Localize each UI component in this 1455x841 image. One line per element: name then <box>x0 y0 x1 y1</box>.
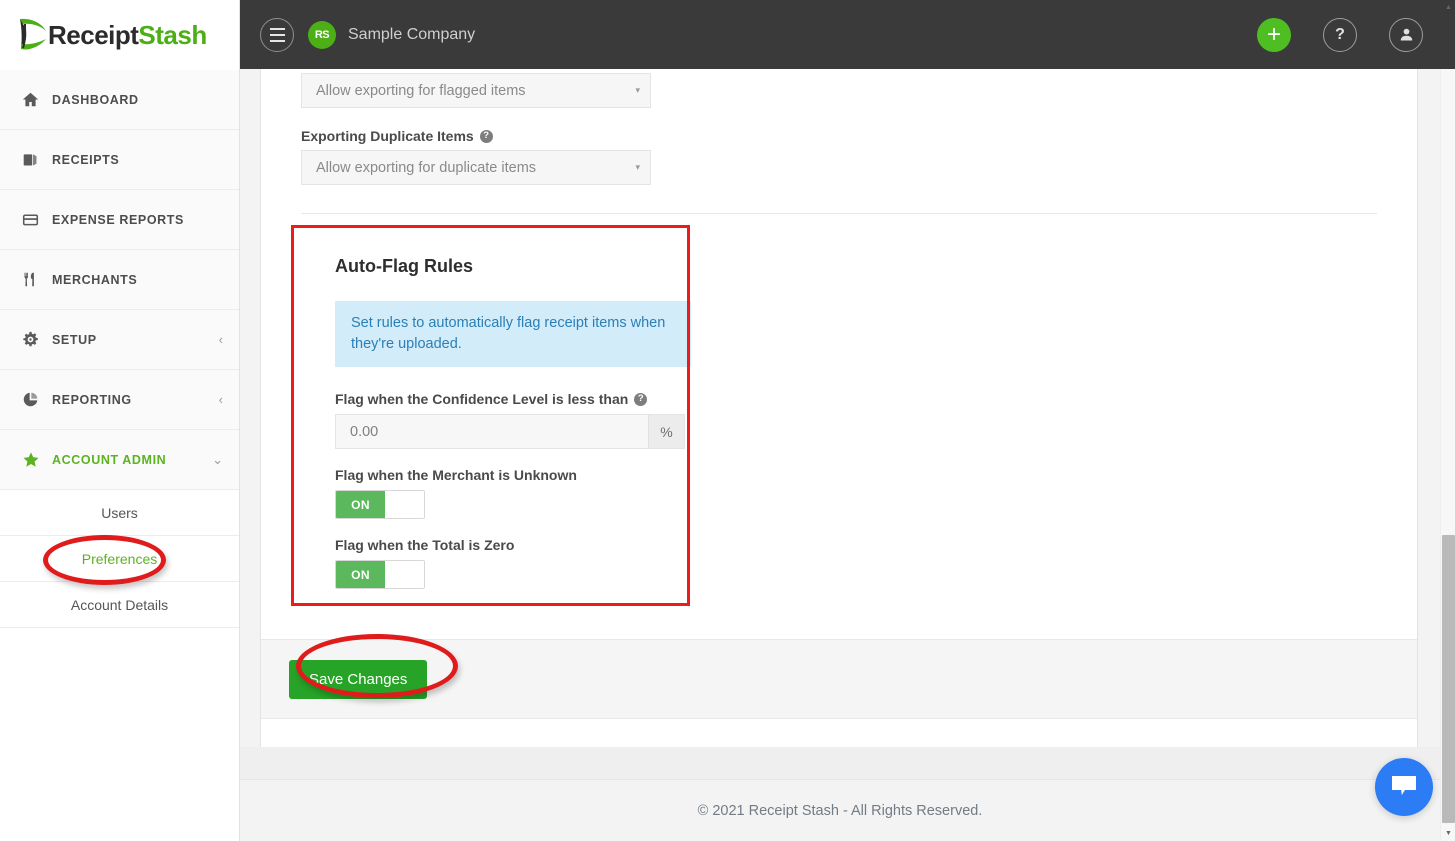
merchant-unknown-label-text: Flag when the Merchant is Unknown <box>335 467 577 484</box>
sidebar-subitem-preferences[interactable]: Preferences <box>0 536 239 582</box>
exporting-flagged-group: Allow exporting for flagged items ▾ <box>301 69 1377 108</box>
copyright-text: © 2021 Receipt Stash - All Rights Reserv… <box>697 802 983 819</box>
confidence-level-label-text: Flag when the Confidence Level is less t… <box>335 391 629 408</box>
receipts-icon <box>22 151 48 168</box>
sidebar-subitem-account-details[interactable]: Account Details <box>0 582 239 628</box>
sidebar-caret-setup: ‹ <box>218 332 223 347</box>
question-icon: ? <box>1335 25 1345 43</box>
chat-widget-button[interactable] <box>1375 758 1433 816</box>
help-circle-icon[interactable]: ? <box>634 392 648 406</box>
top-header: RS Sample Company + ? <box>240 0 1455 69</box>
sidebar-sublabel-account-details: Account Details <box>70 596 169 613</box>
sidebar-label-receipts: RECEIPTS <box>52 152 120 167</box>
save-changes-button[interactable]: Save Changes <box>289 659 428 699</box>
sidebar-item-reporting[interactable]: REPORTING ‹ <box>0 370 239 430</box>
chevron-down-icon: ▾ <box>635 85 640 95</box>
vertical-scrollbar[interactable]: ▲ ▼ <box>1440 4 1455 841</box>
logo-word-primary: Receipt <box>48 19 139 50</box>
save-row: Save Changes <box>261 639 1417 720</box>
sidebar-label-dashboard: DASHBOARD <box>52 92 139 107</box>
avatar-initials: RS <box>314 28 330 41</box>
help-circle-icon[interactable]: ? <box>479 129 493 143</box>
merchant-unknown-toggle-state: ON <box>336 491 385 519</box>
sidebar-item-dashboard[interactable]: DASHBOARD <box>0 70 239 130</box>
company-name: Sample Company <box>348 25 476 43</box>
sidebar-item-receipts[interactable]: RECEIPTS <box>0 130 239 190</box>
cutlery-icon <box>22 271 48 288</box>
merchant-unknown-toggle[interactable]: ON <box>335 490 425 520</box>
account-button[interactable] <box>1389 17 1423 52</box>
home-icon <box>22 91 48 108</box>
preferences-panel-body: Allow exporting for flagged items ▾ Expo… <box>261 69 1417 616</box>
main-content: Allow exporting for flagged items ▾ Expo… <box>240 69 1440 841</box>
help-button[interactable]: ? <box>1323 17 1357 52</box>
sidebar-label-merchants: MERCHANTS <box>52 272 138 287</box>
logo-wordmark: ReceiptStash <box>48 20 207 51</box>
confidence-level-label: Flag when the Confidence Level is less t… <box>335 391 691 407</box>
sidebar-caret-reporting: ‹ <box>218 392 223 407</box>
exporting-flagged-value: Allow exporting for flagged items <box>316 82 526 99</box>
auto-flag-card: Auto-Flag Rules Set rules to automatical… <box>313 236 713 616</box>
logo-mark-icon <box>20 18 46 50</box>
total-zero-toggle-knob <box>385 561 424 589</box>
sidebar-item-account-admin[interactable]: ACCOUNT ADMIN ⌄ <box>0 430 239 490</box>
page-footer: © 2021 Receipt Stash - All Rights Reserv… <box>240 779 1440 841</box>
company-avatar: RS <box>308 20 336 49</box>
exporting-flagged-select[interactable]: Allow exporting for flagged items ▾ <box>301 73 651 108</box>
sidebar-item-expense-reports[interactable]: EXPENSE REPORTS <box>0 190 239 250</box>
total-zero-toggle[interactable]: ON <box>335 560 425 590</box>
auto-flag-section: Auto-Flag Rules Set rules to automatical… <box>301 214 1377 616</box>
sidebar-item-merchants[interactable]: MERCHANTS <box>0 250 239 310</box>
exporting-duplicate-group: Exporting Duplicate Items ? Allow export… <box>301 128 1377 185</box>
logo-word-secondary: Stash <box>138 19 207 50</box>
sidebar-label-account-admin: ACCOUNT ADMIN <box>52 452 167 467</box>
chevron-down-icon: ▾ <box>635 162 640 172</box>
pie-chart-icon <box>22 391 48 408</box>
scrollbar-up-arrow[interactable]: ▲ <box>1441 0 1455 15</box>
total-zero-label-text: Flag when the Total is Zero <box>335 537 515 554</box>
confidence-level-field[interactable]: % <box>335 414 685 450</box>
add-button[interactable]: + <box>1257 17 1291 52</box>
exporting-duplicate-value: Allow exporting for duplicate items <box>316 159 537 176</box>
star-icon <box>22 451 48 469</box>
hamburger-icon[interactable] <box>260 17 294 52</box>
footer-band <box>240 747 1440 779</box>
app-logo[interactable]: ReceiptStash <box>0 0 239 70</box>
scrollbar-down-arrow[interactable]: ▼ <box>1441 826 1455 841</box>
exporting-duplicate-label: Exporting Duplicate Items ? <box>301 128 1377 144</box>
exporting-duplicate-label-text: Exporting Duplicate Items <box>301 128 474 144</box>
merchant-unknown-label: Flag when the Merchant is Unknown <box>335 467 691 483</box>
card-icon <box>22 211 48 228</box>
header-actions: + ? <box>1257 17 1423 52</box>
merchant-unknown-toggle-knob <box>385 491 424 519</box>
chat-bubble-icon <box>1392 776 1416 795</box>
auto-flag-title: Auto-Flag Rules <box>335 256 473 276</box>
confidence-level-input[interactable] <box>336 415 648 449</box>
sidebar-subitem-users[interactable]: Users <box>0 490 239 536</box>
sidebar: ReceiptStash DASHBOARD RECEIPTS EXPENSE … <box>0 0 240 841</box>
plus-icon: + <box>1266 20 1281 48</box>
sidebar-sublabel-users: Users <box>101 504 138 521</box>
auto-flag-info-banner: Set rules to automatically flag receipt … <box>335 301 691 368</box>
sidebar-sublabel-preferences: Preferences <box>81 550 158 567</box>
app-root: ReceiptStash DASHBOARD RECEIPTS EXPENSE … <box>0 0 1455 841</box>
preferences-panel: Allow exporting for flagged items ▾ Expo… <box>260 69 1418 761</box>
sidebar-label-reporting: REPORTING <box>52 392 132 407</box>
sidebar-item-setup[interactable]: SETUP ‹ <box>0 310 239 370</box>
scrollbar-thumb[interactable] <box>1442 535 1455 823</box>
percent-addon: % <box>648 415 684 449</box>
user-icon <box>1400 28 1412 41</box>
sidebar-label-expense-reports: EXPENSE REPORTS <box>52 212 184 227</box>
gear-icon <box>22 331 48 348</box>
sidebar-caret-account-admin: ⌄ <box>212 452 223 467</box>
total-zero-label: Flag when the Total is Zero <box>335 537 691 553</box>
sidebar-label-setup: SETUP <box>52 332 97 347</box>
total-zero-toggle-state: ON <box>336 561 385 589</box>
exporting-duplicate-select[interactable]: Allow exporting for duplicate items ▾ <box>301 150 651 185</box>
